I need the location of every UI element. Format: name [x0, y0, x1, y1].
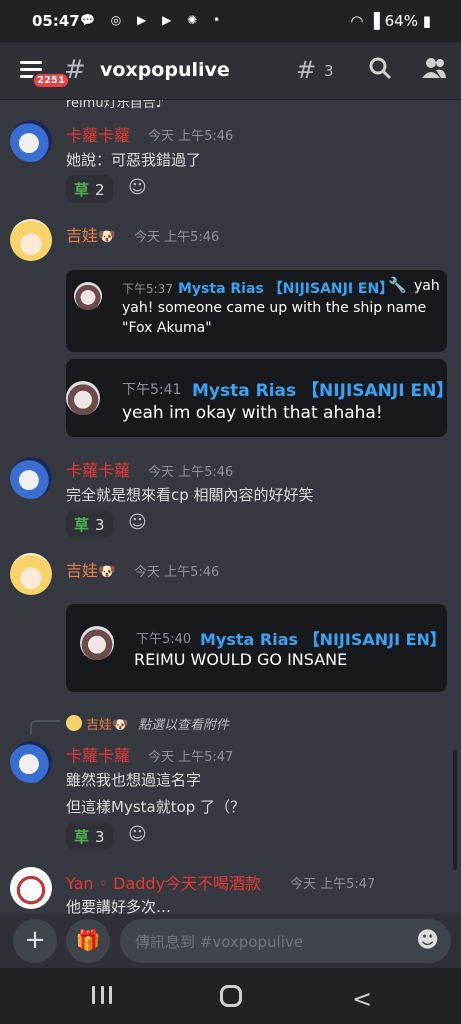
gift-button[interactable]: 🎁 [66, 919, 110, 963]
dog-icon: 🐶 [98, 564, 116, 580]
avatar[interactable] [10, 741, 52, 783]
reaction-count: 3 [95, 828, 105, 846]
reply-connector [30, 720, 60, 734]
recent-apps-icon[interactable] [92, 986, 112, 1004]
embed-text: yah! someone came up with the ship name [122, 300, 427, 316]
avatar[interactable] [10, 553, 52, 595]
channel-hash-icon: # [64, 55, 86, 85]
embed-text: REIMU WOULD GO INSANE [134, 650, 348, 669]
plus-icon: + [24, 925, 46, 955]
timestamp: 今天 上午5:46 [134, 230, 220, 245]
reaction-emoji: 草 [74, 181, 90, 199]
battery-label: 64% [384, 12, 418, 30]
reaction-chip[interactable]: 草3 [66, 822, 113, 850]
timestamp: 今天 上午5:46 [148, 465, 234, 480]
embed-author[interactable]: Mysta Rias 【NIJISANJI EN】 [192, 376, 453, 401]
embed-time: 下午5:40 [136, 632, 192, 647]
scrollbar[interactable] [453, 750, 457, 870]
message-input[interactable]: 傳訊息到 #voxpopulive ☻ [120, 919, 451, 963]
message-input-bar: + 🎁 傳訊息到 #voxpopulive ☻ [0, 914, 461, 968]
system-nav-bar: < [0, 968, 461, 1024]
avatar[interactable] [10, 120, 52, 162]
avatar[interactable] [10, 457, 52, 499]
channel-header: 2251 # voxpopulive # 3 [0, 42, 461, 100]
timestamp: 今天 上午5:47 [148, 750, 234, 765]
link-embed[interactable]: 下午5:37 Mysta Rias 【NIJISANJI EN】 🔧 yah y… [66, 270, 447, 352]
reaction-count: 2 [95, 181, 105, 199]
search-icon[interactable] [368, 56, 392, 80]
dog-icon: 🐶 [98, 229, 116, 245]
home-icon[interactable] [220, 985, 242, 1007]
message-input-placeholder: 傳訊息到 #voxpopulive [135, 933, 303, 951]
members-icon[interactable] [421, 56, 447, 80]
add-reaction-icon[interactable]: ☺ [128, 824, 147, 845]
wifi-icon: ◠ ▐ [350, 12, 380, 30]
gift-icon: 🎁 [75, 928, 101, 952]
threads-icon[interactable]: # [296, 56, 316, 84]
timestamp: 今天 上午5:47 [290, 877, 376, 892]
emoji-picker-icon[interactable]: ☻ [416, 928, 439, 953]
embed-time: 下午5:37 [122, 282, 173, 296]
message-text: reimu灯乐自合♪ [66, 100, 164, 111]
message-text: 但這樣Mysta就top 了（？ [66, 798, 246, 816]
reaction-emoji: 草 [74, 828, 90, 846]
username[interactable]: 吉娃🐶 [66, 222, 115, 246]
battery-icon: ▮ [422, 12, 431, 30]
channel-name[interactable]: voxpopulive [100, 59, 230, 81]
reaction-chip[interactable]: 草2 [66, 175, 113, 203]
username[interactable]: 卡蘿卡蘿 [66, 742, 130, 766]
reaction-count: 3 [95, 516, 105, 534]
embed-author[interactable]: Mysta Rias 【NIJISANJI EN】 [200, 626, 446, 650]
link-embed[interactable]: 下午5:41 Mysta Rias 【NIJISANJI EN】 yeah im… [66, 359, 453, 437]
embed-text: "Fox Akuma" [122, 320, 212, 336]
message-text: 雖然我也想過這名字 [66, 771, 202, 789]
wrench-icon: 🔧 [388, 276, 407, 294]
username[interactable]: 吉娃🐶 [66, 557, 115, 581]
timestamp: 今天 上午5:46 [134, 565, 220, 580]
message-list: reimu灯乐自合♪ 卡蘿卡蘿 今天 上午5:46 她說：可惡我錯過了 草2 ☺… [0, 100, 461, 914]
notification-icons: 💬 ◎ ▶ ▶ ✺ • [80, 13, 227, 27]
reply-username[interactable]: 吉娃🐶 [86, 714, 128, 733]
avatar [80, 626, 114, 660]
message-text: 他要講好多次… [66, 898, 172, 914]
reaction-chip[interactable]: 草3 [66, 510, 113, 538]
status-time: 05:47 [32, 12, 80, 30]
username[interactable]: 卡蘿卡蘿 [66, 457, 130, 481]
link-embed[interactable]: 下午5:40 Mysta Rias 【NIJISANJI EN】 REIMU W… [66, 604, 447, 692]
message-text: 完全就是想來看cp 相關內容的好好笑 [66, 486, 314, 504]
add-attachment-button[interactable]: + [13, 919, 57, 963]
avatar [66, 715, 82, 731]
timestamp: 今天 上午5:46 [148, 129, 234, 144]
reply-preview[interactable]: 點選以查看附件 [138, 714, 229, 733]
add-reaction-icon[interactable]: ☺ [128, 512, 147, 533]
embed-time: 下午5:41 [122, 382, 182, 398]
avatar [74, 282, 102, 310]
status-bar: 05:47 💬 ◎ ▶ ▶ ✺ • ◠ ▐ 64% ▮ [0, 0, 461, 42]
embed-author[interactable]: Mysta Rias 【NIJISANJI EN】 [178, 278, 393, 298]
avatar[interactable] [10, 219, 52, 261]
reaction-emoji: 草 [74, 516, 90, 534]
avatar[interactable] [10, 867, 52, 909]
avatar [66, 381, 100, 415]
battery-indicator: ◠ ▐ 64% ▮ [350, 12, 431, 30]
embed-text: yeah im okay with that ahaha! [122, 403, 383, 423]
add-reaction-icon[interactable]: ☺ [128, 177, 147, 198]
username[interactable]: 卡蘿卡蘿 [66, 122, 130, 146]
message-text: 她說：可惡我錯過了 [66, 151, 202, 169]
username[interactable]: Yan ◦ Daddy今天不喝酒款 [66, 870, 261, 894]
thread-count[interactable]: 3 [324, 62, 334, 80]
back-icon[interactable]: < [352, 985, 372, 1013]
embed-text: yah [414, 278, 440, 294]
